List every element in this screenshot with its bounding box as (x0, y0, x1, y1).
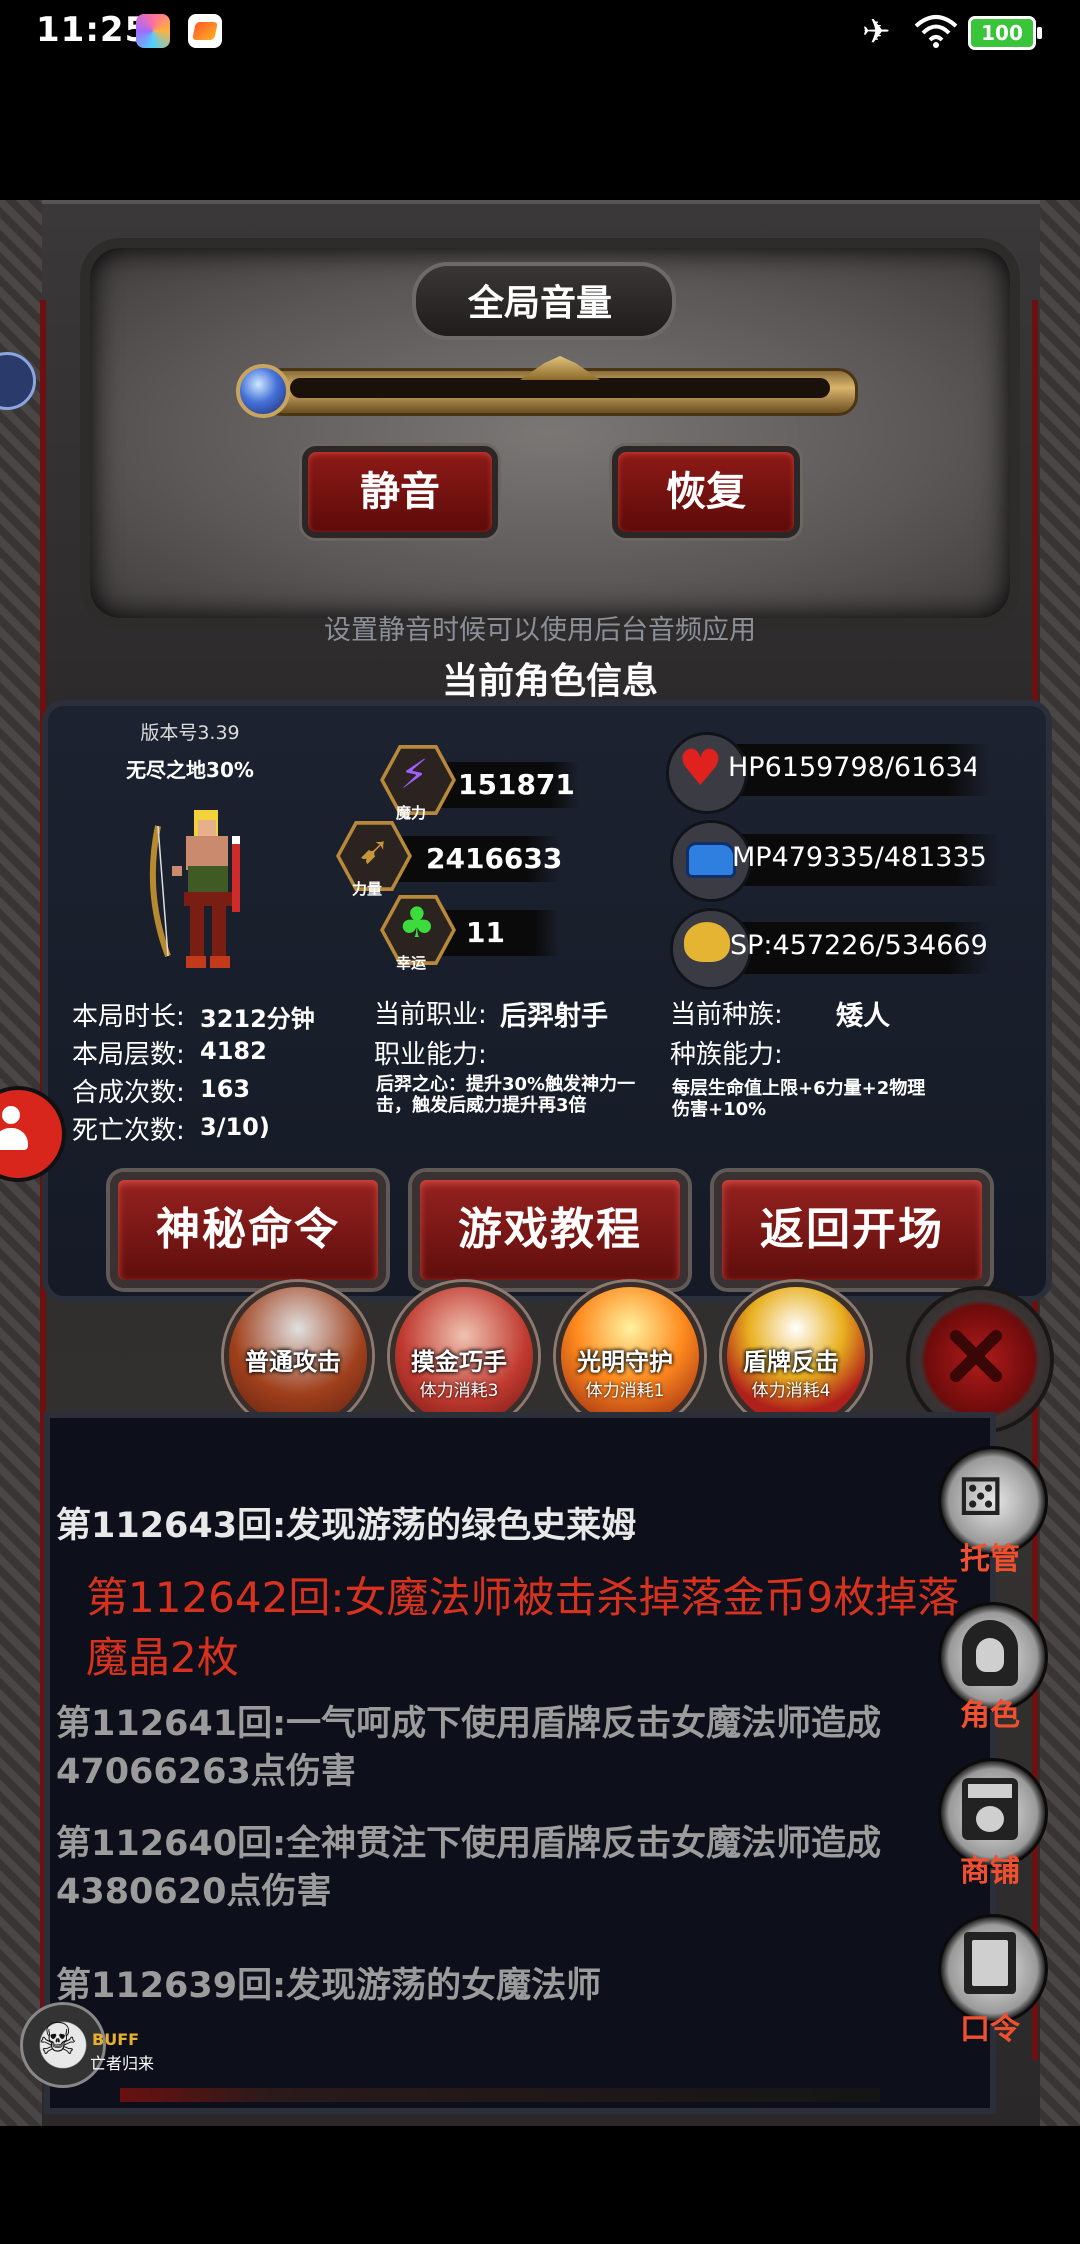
magic-icon: ⚡ (400, 752, 429, 798)
skill-name: 摸金巧手 (411, 1348, 507, 1376)
dice-icon: ⚄ (958, 1468, 1004, 1528)
duration-label: 本局时长: (72, 1002, 185, 1032)
race-label: 当前种族: (670, 1000, 783, 1030)
synth-value: 163 (200, 1075, 251, 1103)
game-app-icon (188, 14, 222, 48)
muscle-icon (684, 922, 730, 962)
volume-slider-handle[interactable] (236, 364, 290, 418)
hero-sprite (149, 810, 240, 968)
volume-title: 全局音量 (467, 283, 612, 324)
battery-indicator: 100 (968, 16, 1042, 50)
skull-icon: ☠ (38, 2014, 78, 2065)
luck-label: 幸运 (396, 954, 427, 972)
status-time: 11:25 (36, 10, 150, 50)
log-entry: 第112643回:发现游荡的绿色史莱姆 (56, 1506, 637, 1546)
log-fade-row (120, 2088, 880, 2102)
floors-label: 本局层数: (72, 1040, 185, 1070)
version-label: 版本号3.39 (140, 722, 240, 744)
skill-name: 盾牌反击 (743, 1348, 839, 1376)
job-ability-text: 后羿之心：提升30%触发神力一击，触发后威力提升再3倍 (376, 1074, 636, 1116)
log-entry: 第112639回:发现游荡的女魔法师 (56, 1966, 602, 2006)
close-icon (950, 1330, 1002, 1382)
restore-button[interactable]: 恢复 (612, 446, 800, 538)
deaths-value: 3/10) (200, 1113, 270, 1141)
wifi-icon (914, 15, 958, 48)
book-icon (964, 1932, 1016, 1994)
buff-label: BUFF (92, 2030, 140, 2049)
strength-icon: ➹ (358, 828, 390, 872)
job-value: 后羿射手 (500, 1001, 608, 1032)
airplane-icon: ✈ (862, 12, 891, 52)
strength-value: 2416633 (426, 842, 563, 875)
job-ability-label: 职业能力: (374, 1040, 487, 1070)
code-label: 口令 (960, 2012, 1020, 2047)
secret-command-button[interactable]: 神秘命令 (110, 1172, 386, 1288)
synth-label: 合成次数: (72, 1078, 185, 1108)
clover-icon: ♣ (398, 898, 436, 947)
sp-value: SP:457226/534669 (730, 930, 988, 961)
endless-progress: 无尽之地30% (126, 758, 254, 782)
hood-icon (962, 1620, 1018, 1686)
mp-value: MP479335/481335 (732, 842, 987, 873)
luck-value: 11 (466, 916, 505, 949)
volume-slider-track (290, 378, 830, 398)
floors-value: 4182 (200, 1037, 267, 1065)
magic-label: 魔力 (396, 804, 427, 822)
mute-button[interactable]: 静音 (302, 446, 498, 538)
shop-icon (962, 1778, 1018, 1840)
navigation-area (0, 2126, 1080, 2244)
log-entry: 第112642回:女魔法师被击杀掉落金币9枚掉落魔晶2枚 (86, 1573, 960, 1682)
character-info-title: 当前角色信息 (441, 661, 658, 702)
status-bar: 11:25 ✈ 100 (0, 0, 1080, 64)
skill-cost: 体力消耗1 (585, 1381, 665, 1401)
tutorial-button[interactable]: 游戏教程 (412, 1172, 688, 1288)
role-label: 角色 (960, 1698, 1020, 1733)
job-label: 当前职业: (374, 1000, 487, 1030)
skill-name: 光明守护 (577, 1348, 673, 1376)
shoe-icon (686, 842, 736, 878)
hp-value: HP6159798/61634 (728, 752, 976, 783)
back-to-start-button[interactable]: 返回开场 (714, 1172, 990, 1288)
skill-name: 普通攻击 (245, 1348, 341, 1376)
magic-value: 151871 (458, 768, 575, 801)
auto-play-label: 托管 (960, 1542, 1020, 1577)
log-entry: 第112640回:全神贯注下使用盾牌反击女魔法师造成4380620点伤害 (56, 1824, 882, 1912)
race-ability-text: 每层生命值上限+6力量+2物理伤害+10% (672, 1078, 926, 1120)
log-entry: 第112641回:一气呵成下使用盾牌反击女魔法师造成47066263点伤害 (56, 1704, 882, 1792)
person-icon (0, 1106, 28, 1154)
strength-label: 力量 (352, 880, 383, 898)
gallery-app-icon (136, 14, 170, 48)
heart-icon: ♥ (678, 739, 723, 797)
volume-hint: 设置静音时候可以使用后台音频应用 (324, 615, 756, 646)
buff-name: 亡者归来 (90, 2054, 155, 2073)
deaths-label: 死亡次数: (72, 1116, 185, 1146)
duration-value: 3212分钟 (200, 1005, 315, 1033)
race-value: 矮人 (836, 1001, 890, 1032)
skill-cost: 体力消耗4 (751, 1381, 831, 1401)
shop-label: 商铺 (960, 1854, 1020, 1889)
skill-cost: 体力消耗3 (419, 1381, 499, 1401)
race-ability-label: 种族能力: (670, 1040, 783, 1070)
